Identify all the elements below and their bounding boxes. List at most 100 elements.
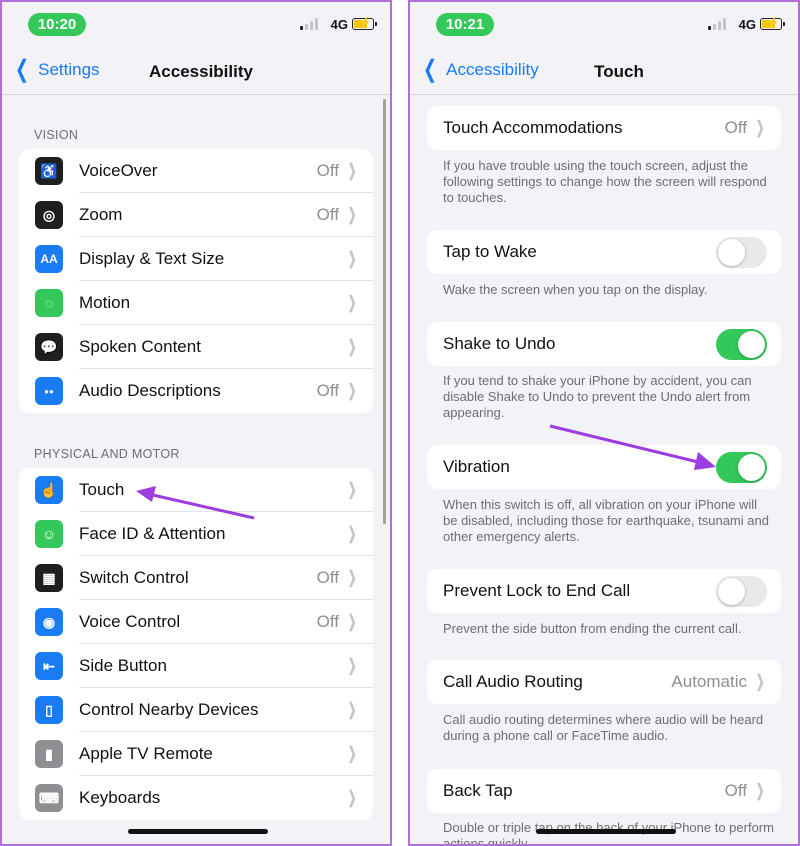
voice-control-icon: ◉ xyxy=(35,608,63,636)
motion-icon: ◌ xyxy=(35,289,63,317)
chevron-right-icon: ❯ xyxy=(755,118,765,137)
row-spoken-content[interactable]: 💬 Spoken Content ❯ xyxy=(19,325,373,369)
chevron-right-icon: ❯ xyxy=(347,524,357,543)
tap-to-wake-footer: Wake the screen when you tap on the disp… xyxy=(443,282,708,297)
chevron-right-icon: ❯ xyxy=(347,161,357,180)
physical-motor-group: ☝ Touch ❯ ☺ Face ID & Attention ❯ ▦ Switch Cont… xyxy=(19,468,373,820)
row-value: Off xyxy=(316,568,339,587)
status-time: 10:20 xyxy=(28,13,86,36)
row-side-button[interactable]: ⇤ Side Button ❯ xyxy=(19,644,373,688)
prevent-lock-label: Prevent Lock to End Call xyxy=(443,581,631,600)
shake-to-undo-toggle[interactable] xyxy=(716,329,767,360)
row-value: Off xyxy=(316,161,339,180)
face-id-icon: ☺ xyxy=(35,520,63,548)
row-keyboards[interactable]: ⌨ Keyboards ❯ xyxy=(19,776,373,820)
status-bar: 10:21 4G ⚡ xyxy=(410,2,798,46)
status-bar: 10:20 4G ⚡ xyxy=(2,2,390,46)
navigation-bar: ❮ Settings Accessibility xyxy=(2,54,390,92)
row-label: Apple TV Remote xyxy=(79,744,213,763)
row-label: Control Nearby Devices xyxy=(79,700,259,719)
touch-accommodations-row[interactable]: Touch Accommodations Off ❯ xyxy=(427,106,781,150)
prevent-lock-footer: Prevent the side button from ending the … xyxy=(443,621,742,636)
chevron-right-icon: ❯ xyxy=(347,293,357,312)
vibration-toggle[interactable] xyxy=(716,452,767,483)
signal-icon xyxy=(300,18,318,30)
row-label: Touch xyxy=(79,480,125,499)
shake-to-undo-row: Shake to Undo xyxy=(427,322,781,366)
voiceover-icon: ♿ xyxy=(35,157,63,185)
toggle-knob xyxy=(738,454,765,481)
nearby-devices-icon: ▯ xyxy=(35,696,63,724)
chevron-right-icon: ❯ xyxy=(347,788,357,807)
touch-screen: 10:21 4G ⚡ ❮ Accessibility Touch Touch A… xyxy=(408,0,800,846)
back-tap-label: Back Tap xyxy=(443,781,513,800)
scrollbar[interactable] xyxy=(383,99,386,524)
vibration-label: Vibration xyxy=(443,457,510,476)
chevron-right-icon: ❯ xyxy=(347,205,357,224)
page-title: Accessibility xyxy=(149,62,253,81)
battery-icon: ⚡ xyxy=(352,17,377,30)
row-audio-descriptions[interactable]: ●● Audio Descriptions Off ❯ xyxy=(19,369,373,413)
call-audio-routing-label: Call Audio Routing xyxy=(443,672,583,691)
side-button-icon: ⇤ xyxy=(35,652,63,680)
nav-divider xyxy=(410,94,798,95)
row-zoom[interactable]: ◎ Zoom Off ❯ xyxy=(19,193,373,237)
row-face-id-and-attention[interactable]: ☺ Face ID & Attention ❯ xyxy=(19,512,373,556)
row-label: Voice Control xyxy=(79,612,181,631)
row-voiceover[interactable]: ♿ VoiceOver Off ❯ xyxy=(19,149,373,193)
signal-icon xyxy=(708,18,726,30)
chevron-right-icon: ❯ xyxy=(347,612,357,631)
row-voice-control[interactable]: ◉ Voice Control Off ❯ xyxy=(19,600,373,644)
row-label: Switch Control xyxy=(79,568,189,587)
page-title: Touch xyxy=(594,62,644,81)
row-switch-control[interactable]: ▦ Switch Control Off ❯ xyxy=(19,556,373,600)
spoken-content-icon: 💬 xyxy=(35,333,63,361)
tap-to-wake-row: Tap to Wake xyxy=(427,230,781,274)
chevron-right-icon: ❯ xyxy=(347,381,357,400)
network-label: 4G xyxy=(738,17,756,32)
tv-remote-icon: ▮ xyxy=(35,740,63,768)
audio-descriptions-icon: ●● xyxy=(35,377,63,405)
chevron-right-icon: ❯ xyxy=(347,656,357,675)
shake-to-undo-footer: If you tend to shake your iPhone by acci… xyxy=(443,373,752,420)
row-touch[interactable]: ☝ Touch ❯ xyxy=(19,468,373,512)
home-indicator xyxy=(128,829,268,834)
chevron-right-icon: ❯ xyxy=(347,249,357,268)
row-apple-tv-remote[interactable]: ▮ Apple TV Remote ❯ xyxy=(19,732,373,776)
back-tap-row[interactable]: Back Tap Off ❯ xyxy=(427,769,781,813)
chevron-right-icon: ❯ xyxy=(755,781,765,800)
vibration-row: Vibration xyxy=(427,445,781,489)
call-audio-routing-row[interactable]: Call Audio Routing Automatic ❯ xyxy=(427,660,781,704)
accessibility-screen: 10:20 4G ⚡ ❮ Settings Accessibility VISI… xyxy=(0,0,392,846)
navigation-bar: ❮ Accessibility Touch xyxy=(410,54,798,92)
prevent-lock-toggle[interactable] xyxy=(716,576,767,607)
row-label: Zoom xyxy=(79,205,123,224)
call-audio-routing-footer: Call audio routing determines where audi… xyxy=(443,712,764,743)
tap-to-wake-toggle[interactable] xyxy=(716,237,767,268)
toggle-knob xyxy=(718,239,745,266)
chevron-right-icon: ❯ xyxy=(755,672,765,691)
touch-icon: ☝ xyxy=(35,476,63,504)
keyboard-icon: ⌨ xyxy=(35,784,63,812)
touch-accommodations-label: Touch Accommodations xyxy=(443,118,623,137)
row-label: Audio Descriptions xyxy=(79,381,221,400)
row-control-nearby-devices[interactable]: ▯ Control Nearby Devices ❯ xyxy=(19,688,373,732)
prevent-lock-row: Prevent Lock to End Call xyxy=(427,569,781,613)
row-label: Keyboards xyxy=(79,788,161,807)
section-header-physical: PHYSICAL AND MOTOR xyxy=(34,447,180,461)
home-indicator xyxy=(536,829,676,834)
chevron-right-icon: ❯ xyxy=(347,480,357,499)
row-label: Motion xyxy=(79,293,131,312)
status-time: 10:21 xyxy=(436,13,494,36)
row-label: VoiceOver xyxy=(79,161,158,180)
toggle-knob xyxy=(738,331,765,358)
chevron-right-icon: ❯ xyxy=(347,337,357,356)
zoom-icon: ◎ xyxy=(35,201,63,229)
row-label: Face ID & Attention xyxy=(79,524,226,543)
row-display-and-text-size[interactable]: AA Display & Text Size ❯ xyxy=(19,237,373,281)
shake-to-undo-label: Shake to Undo xyxy=(443,334,556,353)
section-header-vision: VISION xyxy=(34,128,79,142)
battery-icon: ⚡ xyxy=(760,17,785,30)
call-audio-routing-value: Automatic xyxy=(671,672,747,691)
row-motion[interactable]: ◌ Motion ❯ xyxy=(19,281,373,325)
